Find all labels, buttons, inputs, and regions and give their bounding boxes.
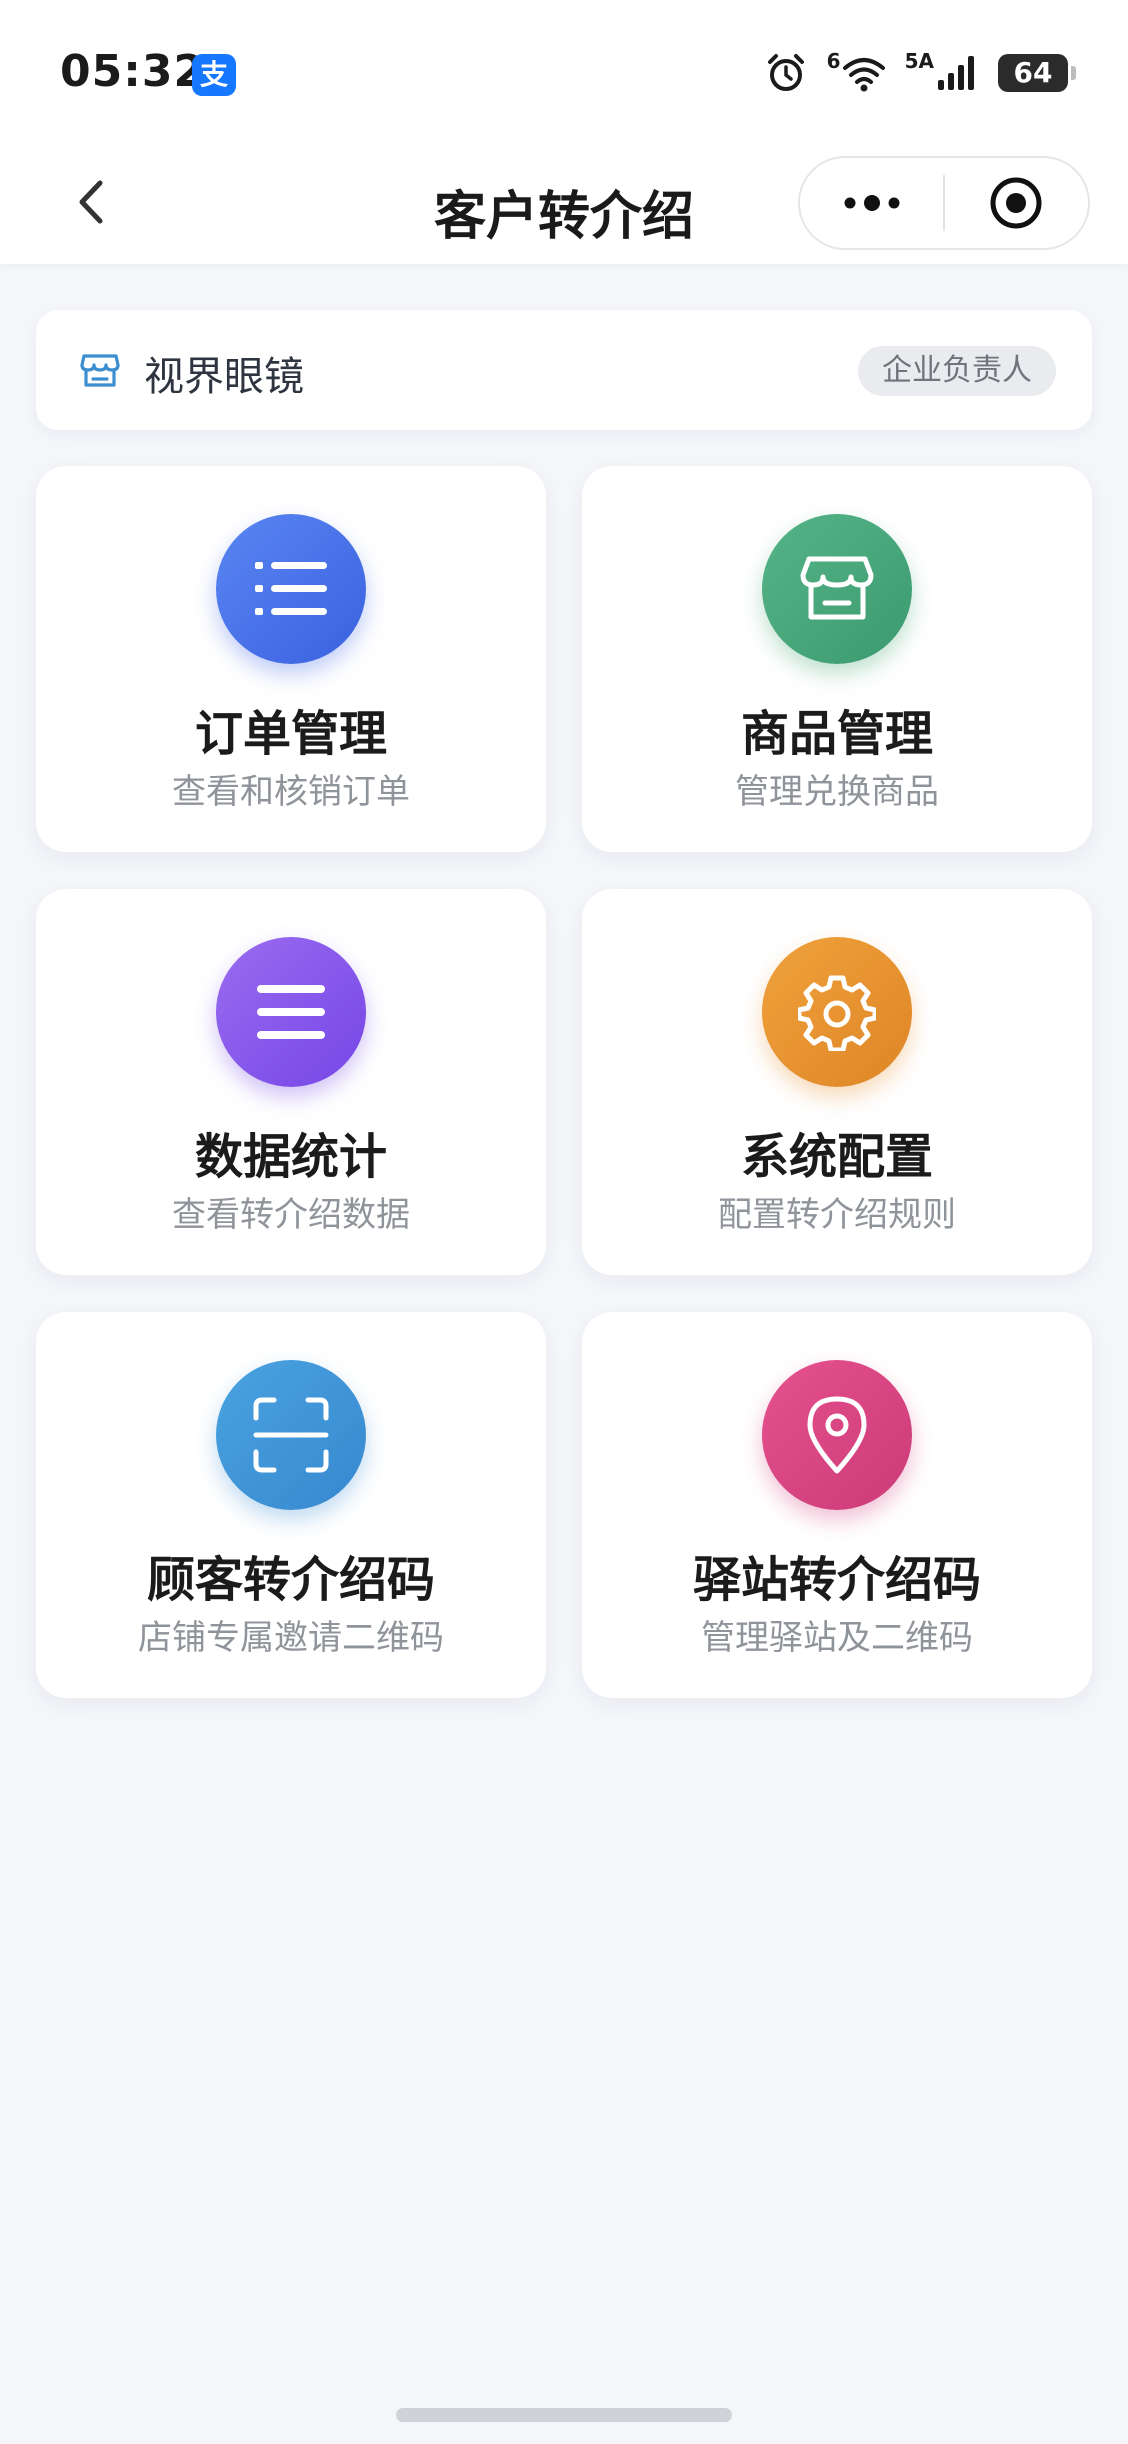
more-dots-icon — [844, 195, 899, 211]
mini-program-capsule — [798, 156, 1090, 250]
target-circle-icon — [990, 177, 1042, 229]
card-subtitle: 查看转介绍数据 — [172, 1195, 410, 1235]
status-icons: 6 5A 64 — [763, 48, 1076, 98]
customer-referral-code-card[interactable]: 顾客转介绍码 店铺专属邀请二维码 — [36, 1312, 546, 1698]
product-management-card[interactable]: 商品管理 管理兑换商品 — [582, 466, 1092, 852]
store-name: 视界眼镜 — [144, 354, 304, 400]
menu-icon — [257, 985, 325, 1039]
nav-bar: 客户转介绍 — [0, 140, 1128, 264]
card-title: 数据统计 — [194, 1129, 387, 1185]
station-code-icon-circle — [762, 1360, 912, 1510]
store-icon — [800, 556, 874, 620]
order-management-card[interactable]: 订单管理 查看和核销订单 — [36, 466, 546, 852]
card-subtitle: 管理驿站及二维码 — [701, 1618, 973, 1658]
alarm-clock-icon — [767, 54, 804, 91]
battery-indicator: 64 — [998, 54, 1076, 92]
alipay-icon: 支 — [192, 54, 236, 96]
wifi-generation-label: 6 — [826, 49, 841, 73]
product-icon-circle — [762, 514, 912, 664]
store-info-bar[interactable]: 视界眼镜 企业负责人 — [36, 310, 1092, 430]
list-icon — [255, 562, 327, 615]
order-icon-circle — [216, 514, 366, 664]
card-title: 订单管理 — [194, 706, 387, 762]
signal-icon — [938, 56, 974, 90]
card-subtitle: 店铺专属邀请二维码 — [138, 1618, 444, 1658]
customer-code-icon-circle — [216, 1360, 366, 1510]
location-pin-icon — [807, 1396, 867, 1474]
role-badge: 企业负责人 — [858, 346, 1056, 396]
more-button[interactable] — [800, 158, 943, 248]
card-title: 顾客转介绍码 — [146, 1552, 435, 1608]
card-title: 商品管理 — [740, 706, 933, 762]
card-title: 驿站转介绍码 — [692, 1552, 981, 1608]
config-icon-circle — [762, 937, 912, 1087]
card-subtitle: 管理兑换商品 — [735, 772, 939, 812]
card-subtitle: 配置转介绍规则 — [718, 1195, 956, 1235]
station-referral-code-card[interactable]: 驿站转介绍码 管理驿站及二维码 — [582, 1312, 1092, 1698]
gear-icon — [798, 975, 876, 1051]
system-config-card[interactable]: 系统配置 配置转介绍规则 — [582, 889, 1092, 1275]
status-time: 05:32 — [60, 46, 206, 97]
scan-icon — [253, 1397, 329, 1473]
statistics-icon-circle — [216, 937, 366, 1087]
data-statistics-card[interactable]: 数据统计 查看转介绍数据 — [36, 889, 546, 1275]
status-bar: 05:32 支 6 5A 64 — [0, 0, 1128, 140]
close-mini-program-button[interactable] — [945, 158, 1088, 248]
card-title: 系统配置 — [740, 1129, 933, 1185]
home-indicator[interactable] — [396, 2408, 732, 2422]
cellular-label: 5A — [904, 49, 934, 73]
card-subtitle: 查看和核销订单 — [172, 772, 410, 812]
wifi-icon — [842, 58, 885, 92]
store-icon — [80, 354, 120, 387]
